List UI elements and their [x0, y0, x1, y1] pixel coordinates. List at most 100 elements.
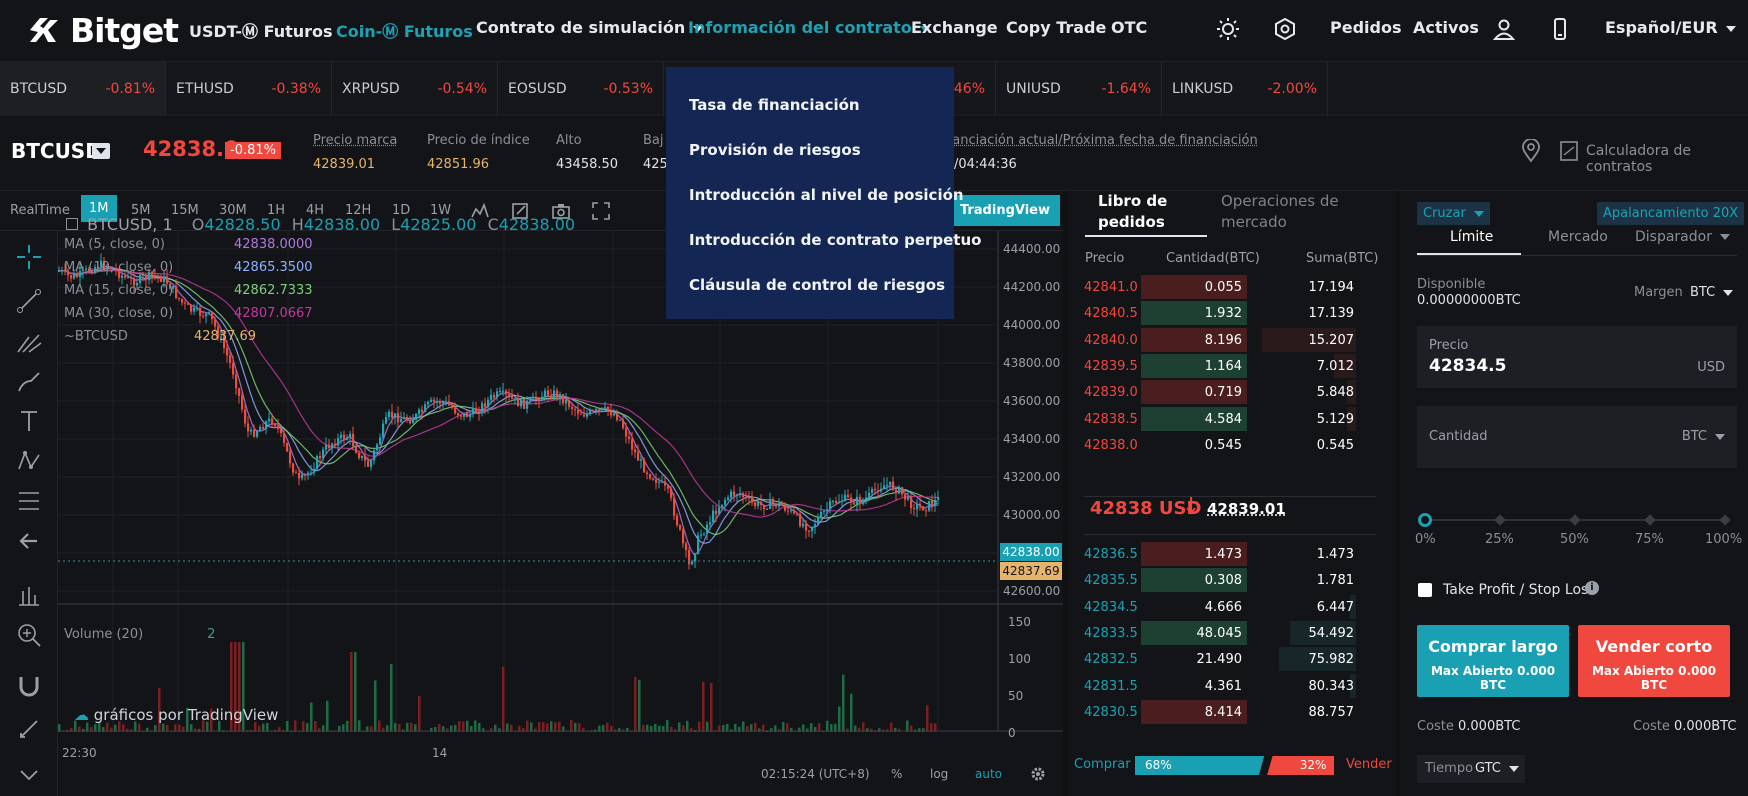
symbol-dropdown-icon[interactable] — [92, 143, 110, 159]
arrow-left-icon[interactable] — [15, 527, 43, 555]
info-icon[interactable]: i — [1585, 581, 1599, 595]
quantity-input-box[interactable]: Cantidad BTC — [1417, 406, 1737, 468]
menu-item-risk-provision[interactable]: Provisión de riesgos — [666, 128, 954, 173]
order-book-row[interactable]: 42838.5 4.584 5.129 — [1084, 405, 1384, 434]
ticker-item[interactable]: EOSUSD -0.53% — [498, 62, 664, 116]
order-book-row[interactable]: 42840.5 1.932 17.139 — [1084, 299, 1384, 328]
nav-copy-trade[interactable]: Copy Trade — [1006, 18, 1106, 37]
available-value: 0.00000000BTC — [1417, 293, 1521, 308]
contract-calculator-link[interactable]: Calculadora de contratos — [1586, 143, 1748, 175]
tab-limit[interactable]: Límite — [1450, 229, 1493, 245]
chart-gear-icon[interactable] — [1030, 766, 1046, 782]
candle-body — [865, 497, 868, 500]
order-book-row[interactable]: 42834.5 4.666 6.447 — [1084, 593, 1384, 622]
order-book-row[interactable]: 42833.5 48.045 54.492 — [1084, 619, 1384, 648]
order-book-row[interactable]: 42839.0 0.719 5.848 — [1084, 378, 1384, 407]
candle-body — [847, 494, 850, 498]
ticker-item[interactable]: UNIUSD -1.64% — [996, 62, 1162, 116]
row-sum: 88.757 — [1308, 704, 1355, 720]
chevron-down-icon[interactable] — [15, 761, 43, 789]
calculator-icon[interactable] — [1560, 141, 1578, 161]
ticker-item[interactable]: ETHUSD -0.38% — [166, 62, 332, 116]
candle-body — [682, 529, 685, 544]
menu-item-risk-clause[interactable]: Cláusula de control de riesgos — [666, 263, 954, 308]
sell-short-label: Vender corto — [1595, 637, 1713, 656]
ticker-item[interactable]: XRPUSD -0.54% — [332, 62, 498, 116]
user-icon[interactable] — [1493, 18, 1515, 40]
location-pin-icon[interactable] — [1521, 139, 1541, 163]
settings-hexagon-icon[interactable] — [1274, 18, 1296, 40]
mobile-icon[interactable] — [1549, 18, 1571, 40]
brush-icon[interactable] — [15, 367, 43, 395]
order-book-row[interactable]: 42832.5 21.490 75.982 — [1084, 645, 1384, 674]
tab-order-book[interactable]: Libro de pedidos — [1098, 191, 1198, 233]
tpsl-checkbox[interactable] — [1418, 583, 1432, 597]
nav-orders[interactable]: Pedidos — [1330, 18, 1401, 37]
nav-simulation[interactable]: Contrato de simulación — [476, 18, 703, 37]
tab-market-trades[interactable]: Operaciones de mercado — [1221, 191, 1381, 233]
nav-assets[interactable]: Activos — [1413, 18, 1479, 37]
crosshair-icon[interactable] — [15, 243, 43, 271]
candle-body — [469, 414, 472, 418]
nav-coin-futures[interactable]: Coin-Ⓜ Futuros — [336, 18, 473, 42]
pattern-icon[interactable] — [15, 447, 43, 475]
trend-line-icon[interactable] — [15, 287, 43, 315]
buy-cost-label: Coste — [1417, 719, 1454, 734]
quantity-input-label[interactable]: Cantidad — [1429, 429, 1487, 444]
menu-item-perpetual-intro[interactable]: Introducción de contrato perpetuo — [666, 218, 981, 263]
candle-body — [760, 501, 763, 505]
percent-scale-toggle[interactable]: % — [891, 767, 902, 781]
margin-currency-select[interactable]: BTC — [1690, 285, 1733, 300]
margin-mode-select[interactable]: Cruzar — [1417, 202, 1490, 225]
order-book-row[interactable]: 42839.5 1.164 7.012 — [1084, 352, 1384, 381]
buy-long-button[interactable]: Comprar largo Max Abierto 0.000 BTC — [1417, 625, 1569, 697]
symbol-name[interactable]: BTCUSD — [11, 139, 102, 163]
nav-language[interactable]: Español/EUR — [1605, 18, 1736, 37]
ticker-item[interactable]: LINKUSD -2.00% — [1162, 62, 1328, 116]
log-scale-toggle[interactable]: log — [930, 767, 948, 781]
measure-icon[interactable] — [15, 581, 43, 609]
leverage-button[interactable]: Apalancamiento 20X — [1597, 202, 1745, 225]
order-book-row[interactable]: 42838.0 0.545 0.545 — [1084, 431, 1384, 460]
nav-usdt-futures[interactable]: USDT-Ⓜ Futuros — [189, 18, 333, 42]
menu-item-funding-rate[interactable]: Tasa de financiación — [666, 83, 954, 128]
candle-body — [556, 390, 559, 398]
text-tool-icon[interactable] — [15, 407, 43, 435]
time-in-force-select[interactable]: Tiempo GTC — [1417, 755, 1525, 783]
fullscreen-icon[interactable] — [592, 202, 610, 220]
tab-trigger[interactable]: Disparador — [1635, 229, 1730, 245]
tab-market[interactable]: Mercado — [1548, 229, 1608, 245]
auto-scale-toggle[interactable]: auto — [975, 767, 1002, 781]
candle-body — [661, 481, 664, 483]
order-book-row[interactable]: 42835.5 0.308 1.781 — [1084, 566, 1384, 595]
order-book-row[interactable]: 42836.5 1.473 1.473 — [1084, 540, 1384, 569]
fib-tool-icon[interactable] — [15, 487, 43, 515]
sell-short-button[interactable]: Vender corto Max Abierto 0.000 BTC — [1578, 625, 1730, 697]
slider-handle[interactable] — [1418, 513, 1432, 527]
candle-body — [427, 401, 430, 405]
logo[interactable]: Bitget — [26, 10, 179, 50]
menu-item-position-level[interactable]: Introducción al nivel de posición — [666, 173, 964, 218]
time-value: GTC — [1475, 761, 1519, 776]
candle-body — [676, 515, 679, 526]
order-book-row[interactable]: 42841.0 0.055 17.194 — [1084, 273, 1384, 302]
theme-sun-icon[interactable] — [1217, 18, 1239, 40]
pitchfork-icon[interactable] — [15, 327, 43, 355]
nav-otc[interactable]: OTC — [1111, 18, 1147, 37]
candle-body — [823, 510, 826, 512]
candle-body — [514, 397, 517, 399]
order-book-row[interactable]: 42831.5 4.361 80.343 — [1084, 672, 1384, 701]
tf-realtime[interactable]: RealTime — [10, 203, 70, 218]
price-input[interactable]: 42834.5 — [1429, 356, 1506, 376]
lock-drawing-icon[interactable] — [15, 713, 43, 741]
order-book-row[interactable]: 42830.5 8.414 88.757 — [1084, 698, 1384, 727]
nav-contract-info[interactable]: Información del contrato — [688, 18, 930, 37]
order-book-row[interactable]: 42840.0 8.196 15.207 — [1084, 326, 1384, 355]
magnet-icon[interactable] — [15, 671, 43, 699]
price-input-box[interactable]: Precio 42834.5 USD — [1417, 326, 1737, 388]
tpsl-label[interactable]: Take Profit / Stop Loss — [1443, 582, 1596, 598]
nav-exchange[interactable]: Exchange — [911, 18, 998, 37]
quantity-unit-select[interactable]: BTC — [1682, 429, 1725, 444]
ticker-item[interactable]: BTCUSD -0.81% — [0, 62, 166, 116]
zoom-icon[interactable] — [15, 621, 43, 649]
